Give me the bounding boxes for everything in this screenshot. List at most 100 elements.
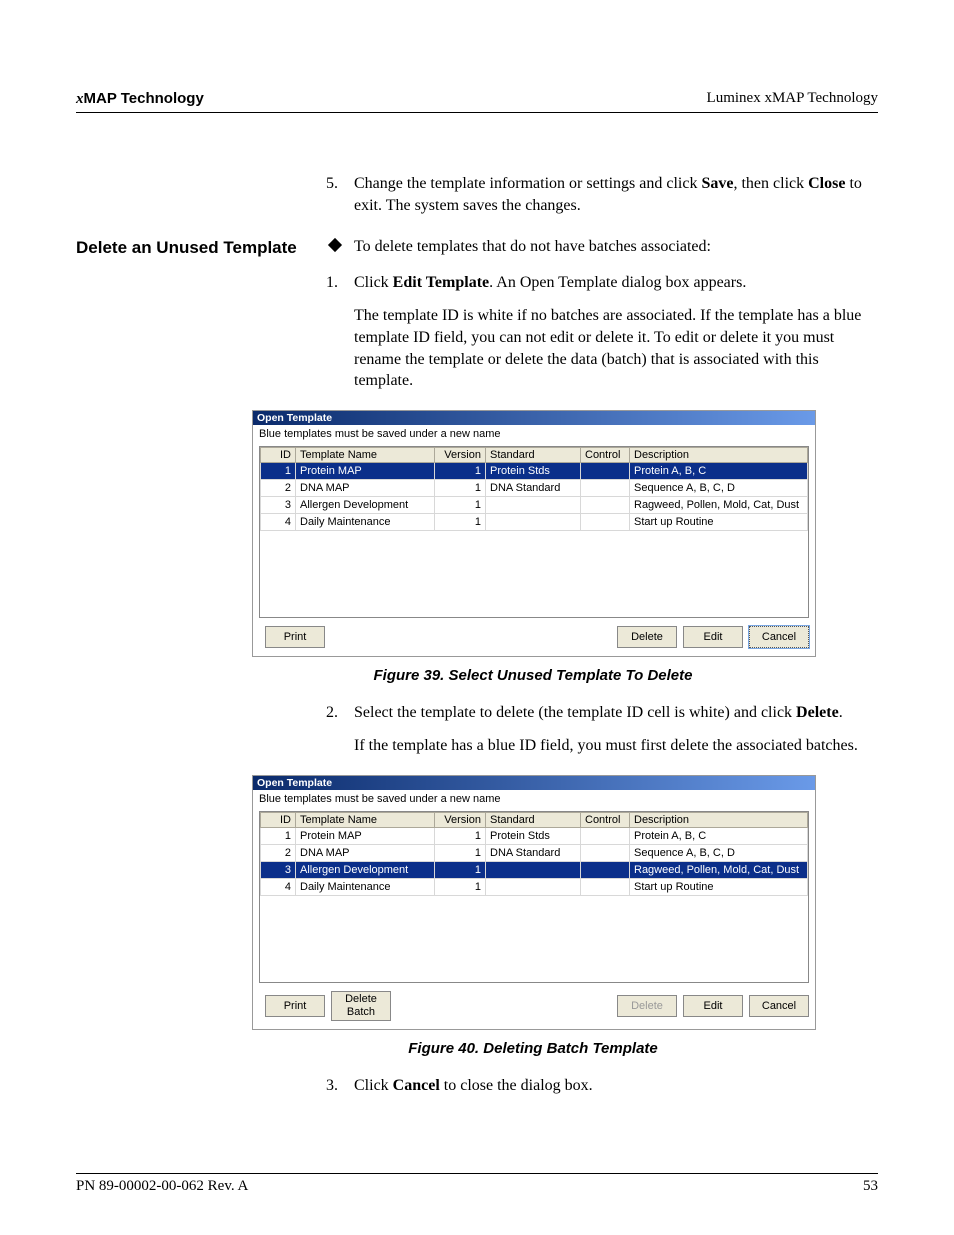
- template-grid[interactable]: ID Template Name Version Standard Contro…: [259, 446, 809, 618]
- step-number: 5.: [326, 173, 354, 216]
- step-body: Click Cancel to close the dialog box.: [354, 1075, 878, 1097]
- cell-std: [486, 878, 581, 895]
- table-row[interactable]: 3 Allergen Development 1 Ragweed, Pollen…: [261, 496, 808, 513]
- cell-id: 4: [261, 513, 296, 530]
- cell-ctrl: [581, 496, 630, 513]
- paragraph-note-1: The template ID is white if no batches a…: [354, 305, 878, 391]
- delete-batch-button[interactable]: Delete Batch: [331, 991, 391, 1021]
- step-body: Select the template to delete (the templ…: [354, 702, 878, 724]
- grid-header-row: ID Template Name Version Standard Contro…: [261, 447, 808, 462]
- open-template-dialog-2: Open Template Blue templates must be sav…: [252, 775, 816, 1030]
- cell-desc: Sequence A, B, C, D: [630, 844, 808, 861]
- cell-ctrl: [581, 861, 630, 878]
- figure-caption-39: Figure 39. Select Unused Template To Del…: [252, 667, 814, 684]
- cell-id: 3: [261, 861, 296, 878]
- cell-std: DNA Standard: [486, 844, 581, 861]
- cell-ver: 1: [435, 878, 486, 895]
- step-number: 1.: [326, 272, 354, 294]
- cell-name: Daily Maintenance: [296, 513, 435, 530]
- table-row[interactable]: 1 Protein MAP 1 Protein Stds Protein A, …: [261, 462, 808, 479]
- table-row[interactable]: 2 DNA MAP 1 DNA Standard Sequence A, B, …: [261, 844, 808, 861]
- text-frag: . An Open Template dialog box appears.: [489, 274, 746, 291]
- header-prefix: x: [76, 91, 84, 107]
- print-button[interactable]: Print: [265, 995, 325, 1017]
- diamond-icon: [328, 238, 342, 252]
- header-right: Luminex xMAP Technology: [707, 90, 878, 108]
- step-number: 3.: [326, 1075, 354, 1097]
- cell-name: Allergen Development: [296, 496, 435, 513]
- cell-ver: 1: [435, 496, 486, 513]
- text-frag: Change the template information or setti…: [354, 175, 701, 192]
- cancel-button[interactable]: Cancel: [749, 626, 809, 648]
- cell-ver: 1: [435, 861, 486, 878]
- text-frag: to close the dialog box.: [440, 1077, 593, 1094]
- cell-ctrl: [581, 479, 630, 496]
- col-name[interactable]: Template Name: [296, 812, 435, 827]
- dialog-button-row: Print Delete Edit Cancel: [253, 618, 815, 656]
- print-button[interactable]: Print: [265, 626, 325, 648]
- edit-button[interactable]: Edit: [683, 995, 743, 1017]
- col-id[interactable]: ID: [261, 812, 296, 827]
- cell-id: 3: [261, 496, 296, 513]
- cell-name: Protein MAP: [296, 462, 435, 479]
- table-row[interactable]: 2 DNA MAP 1 DNA Standard Sequence A, B, …: [261, 479, 808, 496]
- cell-id: 2: [261, 479, 296, 496]
- cell-ver: 1: [435, 462, 486, 479]
- col-version[interactable]: Version: [435, 447, 486, 462]
- cell-ver: 1: [435, 513, 486, 530]
- cell-name: Daily Maintenance: [296, 878, 435, 895]
- cancel-word: Cancel: [393, 1077, 440, 1094]
- delete-button[interactable]: Delete: [617, 626, 677, 648]
- col-description[interactable]: Description: [630, 447, 808, 462]
- footer-left: PN 89-00002-00-062 Rev. A: [76, 1178, 248, 1195]
- dialog-subtitle: Blue templates must be saved under a new…: [253, 790, 815, 811]
- step-number: 2.: [326, 702, 354, 724]
- table-row[interactable]: 3 Allergen Development 1 Ragweed, Pollen…: [261, 861, 808, 878]
- cell-desc: Protein A, B, C: [630, 827, 808, 844]
- header-left: xMAP Technology: [76, 90, 204, 108]
- cell-ctrl: [581, 844, 630, 861]
- step-3: 3. Click Cancel to close the dialog box.: [326, 1075, 878, 1097]
- cell-id: 4: [261, 878, 296, 895]
- cell-ctrl: [581, 462, 630, 479]
- cell-ctrl: [581, 878, 630, 895]
- cell-ctrl: [581, 513, 630, 530]
- col-control[interactable]: Control: [581, 447, 630, 462]
- cell-name: Allergen Development: [296, 861, 435, 878]
- cancel-button[interactable]: Cancel: [749, 995, 809, 1017]
- cell-std: DNA Standard: [486, 479, 581, 496]
- col-standard[interactable]: Standard: [486, 812, 581, 827]
- table-row[interactable]: 4 Daily Maintenance 1 Start up Routine: [261, 878, 808, 895]
- header-rule: [76, 112, 878, 113]
- template-grid[interactable]: ID Template Name Version Standard Contro…: [259, 811, 809, 983]
- col-description[interactable]: Description: [630, 812, 808, 827]
- text-frag: Select the template to delete (the templ…: [354, 704, 796, 721]
- cell-std: [486, 861, 581, 878]
- cell-ver: 1: [435, 479, 486, 496]
- cell-std: Protein Stds: [486, 827, 581, 844]
- col-control[interactable]: Control: [581, 812, 630, 827]
- cell-name: DNA MAP: [296, 844, 435, 861]
- grid-header-row: ID Template Name Version Standard Contro…: [261, 812, 808, 827]
- dialog-title: Open Template: [253, 411, 815, 425]
- edit-template-word: Edit Template: [393, 274, 489, 291]
- edit-button[interactable]: Edit: [683, 626, 743, 648]
- col-name[interactable]: Template Name: [296, 447, 435, 462]
- text-frag: .: [839, 704, 843, 721]
- cell-name: Protein MAP: [296, 827, 435, 844]
- footer-rule: [76, 1173, 878, 1174]
- col-id[interactable]: ID: [261, 447, 296, 462]
- table-row[interactable]: 4 Daily Maintenance 1 Start up Routine: [261, 513, 808, 530]
- step-body: Click Edit Template. An Open Template di…: [354, 272, 878, 294]
- cell-id: 2: [261, 844, 296, 861]
- figure-caption-40: Figure 40. Deleting Batch Template: [252, 1040, 814, 1057]
- cell-desc: Protein A, B, C: [630, 462, 808, 479]
- text-frag: Click: [354, 274, 393, 291]
- step-body: Change the template information or setti…: [354, 173, 878, 216]
- dialog-button-row: Print Delete Batch Delete Edit Cancel: [253, 983, 815, 1029]
- col-standard[interactable]: Standard: [486, 447, 581, 462]
- table-row[interactable]: 1 Protein MAP 1 Protein Stds Protein A, …: [261, 827, 808, 844]
- page-header: xMAP Technology Luminex xMAP Technology: [76, 90, 878, 108]
- paragraph-note-2: If the template has a blue ID field, you…: [354, 735, 878, 757]
- col-version[interactable]: Version: [435, 812, 486, 827]
